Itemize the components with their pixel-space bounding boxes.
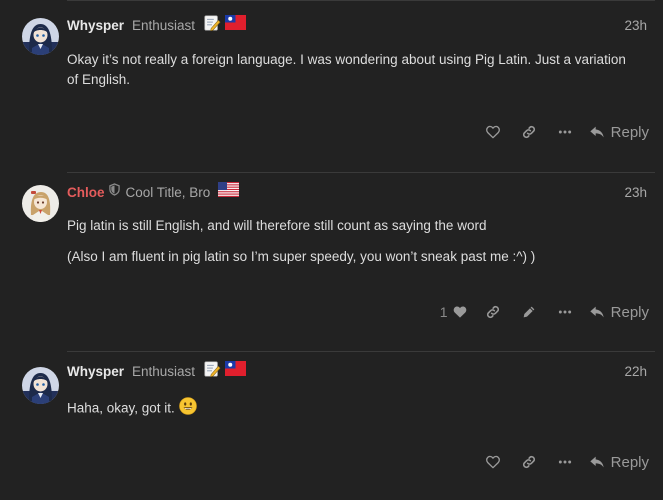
post-time[interactable]: 23h xyxy=(624,185,647,200)
smiley-emoji-icon xyxy=(178,397,197,421)
avatar[interactable] xyxy=(22,367,59,404)
post-paragraph: Haha, okay, got it. xyxy=(67,400,175,416)
edit-button[interactable] xyxy=(511,300,547,324)
post-actions: Reply xyxy=(475,450,649,474)
more-icon xyxy=(557,124,573,140)
username[interactable]: Chloe xyxy=(67,185,105,200)
moderator-shield-icon xyxy=(109,183,120,201)
pencil-icon xyxy=(521,304,537,320)
post-time[interactable]: 22h xyxy=(624,364,647,379)
link-icon xyxy=(521,454,537,470)
share-link-button[interactable] xyxy=(475,300,511,324)
post-body: Pig latin is still English, and will the… xyxy=(67,216,627,267)
more-button[interactable] xyxy=(547,450,583,474)
username[interactable]: Whysper xyxy=(67,364,124,379)
post-meta: Chloe Cool Title, Bro xyxy=(67,182,239,202)
post-paragraph: Okay it’s not really a foreign language.… xyxy=(67,52,626,87)
reply-label: Reply xyxy=(610,453,649,471)
username[interactable]: Whysper xyxy=(67,18,124,33)
heart-icon xyxy=(485,124,501,140)
heart-icon xyxy=(485,454,501,470)
reply-label: Reply xyxy=(610,123,649,141)
like-button[interactable] xyxy=(475,450,511,474)
post-actions: Reply xyxy=(475,120,649,144)
link-icon xyxy=(485,304,501,320)
reply-icon xyxy=(589,124,605,140)
post-divider xyxy=(67,351,655,352)
like-button[interactable]: 1 xyxy=(433,300,475,324)
us-flag-icon xyxy=(218,182,239,202)
more-icon xyxy=(557,454,573,470)
taiwan-flag-icon xyxy=(225,361,246,381)
avatar[interactable] xyxy=(22,18,59,55)
post-divider xyxy=(67,172,655,173)
share-link-button[interactable] xyxy=(511,450,547,474)
more-button[interactable] xyxy=(547,120,583,144)
share-link-button[interactable] xyxy=(511,120,547,144)
post-paragraph: Pig latin is still English, and will the… xyxy=(67,218,487,233)
post-paragraph: (Also I am fluent in pig latin so I’m su… xyxy=(67,249,536,264)
user-title: Enthusiast xyxy=(132,363,196,379)
memo-icon xyxy=(203,14,221,37)
top-border xyxy=(67,0,655,7)
avatar[interactable] xyxy=(22,185,59,222)
reply-icon xyxy=(589,304,605,320)
user-title: Cool Title, Bro xyxy=(125,184,211,200)
taiwan-flag-icon xyxy=(225,15,246,35)
like-button[interactable] xyxy=(475,120,511,144)
post-body: Okay it’s not really a foreign language.… xyxy=(67,50,627,90)
post-meta: Whysper Enthusiast xyxy=(67,361,246,381)
post-actions: 1 Reply xyxy=(433,300,649,324)
memo-icon xyxy=(203,360,221,383)
more-icon xyxy=(557,304,573,320)
reply-button[interactable]: Reply xyxy=(589,304,649,321)
user-title: Enthusiast xyxy=(132,17,196,33)
like-count: 1 xyxy=(439,304,448,320)
reply-button[interactable]: Reply xyxy=(589,124,649,141)
link-icon xyxy=(521,124,537,140)
heart-icon xyxy=(452,304,468,320)
reply-label: Reply xyxy=(610,303,649,321)
reply-icon xyxy=(589,454,605,470)
post-meta: Whysper Enthusiast xyxy=(67,15,246,35)
post-time[interactable]: 23h xyxy=(624,18,647,33)
post-body: Haha, okay, got it. xyxy=(67,397,627,421)
more-button[interactable] xyxy=(547,300,583,324)
reply-button[interactable]: Reply xyxy=(589,454,649,471)
